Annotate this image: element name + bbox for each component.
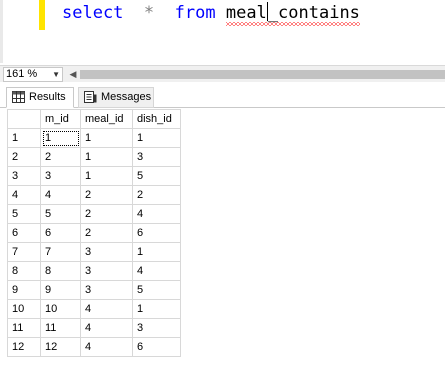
error-squiggle	[225, 22, 360, 26]
grid-icon	[12, 91, 25, 103]
grid-cell[interactable]: 4	[132, 261, 181, 281]
editor-left-strip	[0, 0, 3, 63]
grid-cell[interactable]: 9	[40, 280, 81, 300]
grid-cell[interactable]: 1	[132, 128, 181, 148]
sql-code-line[interactable]: select * from meal_contains	[62, 2, 360, 26]
grid-cell[interactable]: 2	[80, 204, 133, 224]
grid-cell[interactable]: 3	[80, 242, 133, 262]
grid-cell[interactable]: 2	[80, 223, 133, 243]
grid-cell[interactable]: 12	[40, 337, 81, 357]
table-row: 3 3 1 5	[7, 166, 181, 186]
table-row: 9 9 3 5	[7, 280, 181, 300]
grid-header-row: m_id meal_id dish_id	[7, 109, 181, 129]
grid-cell[interactable]: 2	[132, 185, 181, 205]
row-number[interactable]: 1	[7, 128, 41, 148]
grid-cell[interactable]: 3	[40, 166, 81, 186]
horizontal-scrollbar-thumb[interactable]	[80, 70, 445, 79]
table-row: 12 12 4 6	[7, 337, 181, 357]
row-number[interactable]: 9	[7, 280, 41, 300]
table-row: 5 5 2 4	[7, 204, 181, 224]
zoom-value: 161 %	[6, 68, 38, 80]
tab-results-label: Results	[29, 91, 66, 103]
grid-cell[interactable]: 1	[80, 147, 133, 167]
grid-cell[interactable]: 4	[80, 337, 133, 357]
row-number[interactable]: 5	[7, 204, 41, 224]
table-name-part-2: _contains	[267, 3, 360, 23]
table-name-part-1: meal	[225, 3, 267, 23]
table-row: 1 1 1 1	[7, 128, 181, 148]
row-number[interactable]: 11	[7, 318, 41, 338]
table-row: 8 8 3 4	[7, 261, 181, 281]
table-row: 10 10 4 1	[7, 299, 181, 319]
row-number[interactable]: 12	[7, 337, 41, 357]
scroll-left-icon[interactable]: ◀	[68, 67, 78, 82]
keyword-select: select	[62, 3, 124, 23]
row-number[interactable]: 7	[7, 242, 41, 262]
table-row: 11 11 4 3	[7, 318, 181, 338]
grid-cell[interactable]: 1	[132, 299, 181, 319]
row-number[interactable]: 6	[7, 223, 41, 243]
grid-cell[interactable]: 1	[132, 242, 181, 262]
row-number[interactable]: 3	[7, 166, 41, 186]
grid-cell[interactable]: 5	[132, 166, 181, 186]
zoom-dropdown[interactable]: 161 % ▼	[3, 67, 63, 82]
table-row: 2 2 1 3	[7, 147, 181, 167]
grid-cell[interactable]: 4	[80, 318, 133, 338]
grid-cell[interactable]: 3	[132, 318, 181, 338]
grid-cell[interactable]: 5	[40, 204, 81, 224]
grid-cell[interactable]: 1	[40, 128, 81, 148]
results-grid-area: m_id meal_id dish_id 1 1 1 1 2 2 1 3 3 3…	[0, 109, 445, 369]
tab-results[interactable]: Results	[6, 87, 74, 108]
grid-cell[interactable]: 10	[40, 299, 81, 319]
grid-cell[interactable]: 3	[80, 261, 133, 281]
row-number-header[interactable]	[7, 109, 41, 129]
query-editor[interactable]: select * from meal_contains	[0, 0, 445, 63]
grid-cell[interactable]: 6	[40, 223, 81, 243]
column-header[interactable]: m_id	[40, 109, 81, 129]
column-header[interactable]: dish_id	[132, 109, 181, 129]
grid-cell[interactable]: 1	[80, 166, 133, 186]
table-row: 7 7 3 1	[7, 242, 181, 262]
grid-cell[interactable]: 4	[40, 185, 81, 205]
tab-messages-label: Messages	[101, 91, 152, 103]
row-number[interactable]: 2	[7, 147, 41, 167]
chevron-down-icon[interactable]: ▼	[52, 68, 60, 81]
grid-cell[interactable]: 3	[132, 147, 181, 167]
grid-cell[interactable]: 2	[40, 147, 81, 167]
row-number[interactable]: 8	[7, 261, 41, 281]
grid-cell[interactable]: 8	[40, 261, 81, 281]
grid-cell[interactable]: 1	[80, 128, 133, 148]
grid-cell[interactable]: 11	[40, 318, 81, 338]
table-row: 6 6 2 6	[7, 223, 181, 243]
editor-margin	[0, 0, 35, 63]
grid-cell[interactable]: 2	[80, 185, 133, 205]
grid-cell[interactable]: 4	[80, 299, 133, 319]
table-row: 4 4 2 2	[7, 185, 181, 205]
row-number[interactable]: 4	[7, 185, 41, 205]
grid-cell[interactable]: 6	[132, 337, 181, 357]
row-number[interactable]: 10	[7, 299, 41, 319]
change-indicator-bar	[39, 0, 45, 30]
messages-icon	[84, 91, 97, 103]
keyword-from: from	[174, 3, 216, 23]
zoom-scroll-bar: 161 % ▼ ◀	[0, 65, 445, 82]
operator-star: *	[143, 3, 155, 23]
results-grid: m_id meal_id dish_id 1 1 1 1 2 2 1 3 3 3…	[7, 109, 181, 357]
table-identifier: meal_contains	[225, 2, 360, 26]
tab-messages[interactable]: Messages	[78, 87, 154, 108]
column-header[interactable]: meal_id	[80, 109, 133, 129]
grid-cell[interactable]: 7	[40, 242, 81, 262]
grid-cell[interactable]: 5	[132, 280, 181, 300]
result-tabs: Results Messages	[0, 84, 445, 108]
grid-cell[interactable]: 4	[132, 204, 181, 224]
grid-cell[interactable]: 3	[80, 280, 133, 300]
grid-cell[interactable]: 6	[132, 223, 181, 243]
